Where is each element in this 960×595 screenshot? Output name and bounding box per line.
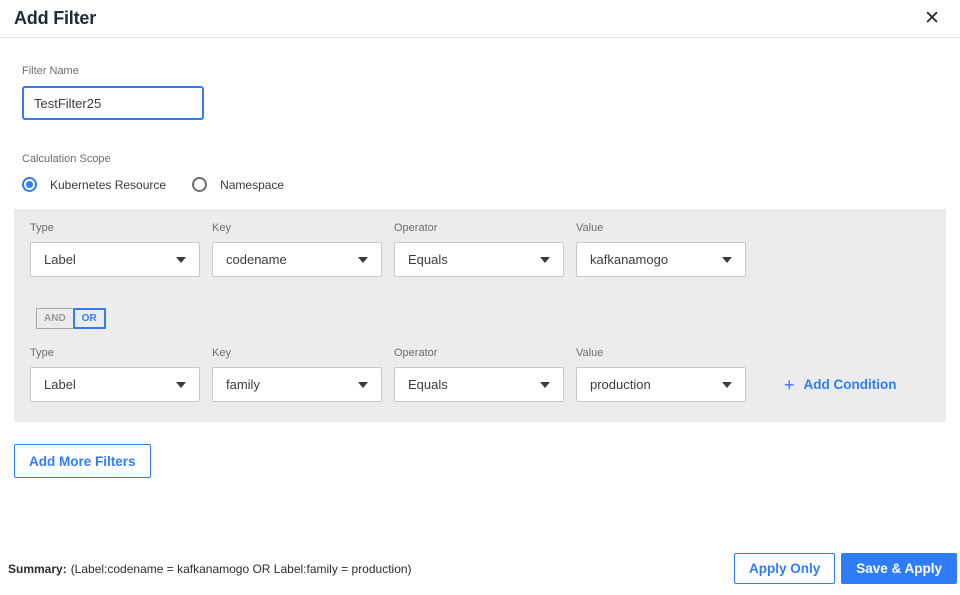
- key-dropdown[interactable]: family: [212, 367, 382, 402]
- operator-label: Operator: [394, 347, 438, 359]
- value-dropdown-value: production: [590, 377, 651, 392]
- filter-summary: Summary: (Label:codename = kafkanamogo OR…: [8, 562, 412, 576]
- footer-actions: Apply Only Save & Apply: [733, 553, 957, 584]
- type-label: Type: [30, 347, 54, 359]
- add-condition-label: Add Condition: [803, 377, 897, 392]
- radio-label: Kubernetes Resource: [50, 177, 167, 192]
- value-label: Value: [576, 347, 604, 359]
- page-title: Add Filter: [14, 8, 96, 28]
- operator-field: Operator Equals: [394, 347, 564, 402]
- key-field: Key family: [212, 347, 382, 402]
- key-dropdown[interactable]: codename: [212, 242, 382, 277]
- operator-label: Operator: [394, 222, 438, 234]
- chevron-down-icon: [722, 256, 732, 263]
- filter-name-input[interactable]: [22, 86, 204, 120]
- operator-dropdown-value: Equals: [408, 377, 448, 392]
- radio-unselected-icon: [192, 177, 208, 192]
- value-field: Value production: [576, 347, 746, 402]
- value-dropdown-value: kafkanamogo: [590, 252, 669, 267]
- value-dropdown[interactable]: production: [576, 367, 746, 402]
- value-field: Value kafkanamogo: [576, 222, 746, 277]
- add-condition-link[interactable]: + Add Condition: [784, 376, 897, 394]
- close-icon[interactable]: ✕: [920, 7, 944, 30]
- add-more-filters-button[interactable]: Add More Filters: [14, 444, 151, 478]
- type-field: Type Label: [30, 347, 200, 402]
- operator-dropdown[interactable]: Equals: [394, 367, 564, 402]
- value-dropdown[interactable]: kafkanamogo: [576, 242, 746, 277]
- operator-dropdown-value: Equals: [408, 252, 448, 267]
- type-dropdown-value: Label: [44, 252, 76, 267]
- chevron-down-icon: [176, 256, 186, 263]
- chevron-down-icon: [358, 256, 368, 263]
- calculation-scope-section: Calculation Scope Kubernetes Resource Na…: [22, 153, 946, 192]
- key-dropdown-value: family: [226, 377, 260, 392]
- value-label: Value: [576, 222, 604, 234]
- summary-text: (Label:codename = kafkanamogo OR Label:f…: [70, 561, 412, 576]
- operator-dropdown[interactable]: Equals: [394, 242, 564, 277]
- logic-operator-toggle: AND OR: [36, 308, 106, 329]
- dialog-body: Filter Name Calculation Scope Kubernetes…: [0, 65, 960, 478]
- and-toggle-button[interactable]: AND: [36, 308, 73, 329]
- summary-label: Summary:: [8, 561, 67, 576]
- chevron-down-icon: [358, 381, 368, 388]
- or-toggle-button[interactable]: OR: [72, 308, 106, 329]
- condition-row-1: Type Label Key codename Operator Equals: [30, 222, 930, 277]
- type-field: Type Label: [30, 222, 200, 277]
- conditions-panel: Type Label Key codename Operator Equals: [14, 209, 946, 422]
- dialog-header: Add Filter ✕: [0, 0, 960, 38]
- radio-label: Namespace: [220, 177, 285, 192]
- filter-name-label: Filter Name: [22, 65, 79, 77]
- calculation-scope-options: Kubernetes Resource Namespace: [22, 177, 946, 192]
- calculation-scope-label: Calculation Scope: [22, 153, 111, 165]
- operator-field: Operator Equals: [394, 222, 564, 277]
- key-label: Key: [212, 347, 231, 359]
- radio-kubernetes-resource[interactable]: Kubernetes Resource: [22, 177, 166, 192]
- key-field: Key codename: [212, 222, 382, 277]
- type-dropdown[interactable]: Label: [30, 367, 200, 402]
- chevron-down-icon: [176, 381, 186, 388]
- save-and-apply-button[interactable]: Save & Apply: [841, 553, 957, 584]
- type-label: Type: [30, 222, 54, 234]
- add-condition-cell: + Add Condition: [784, 367, 930, 402]
- key-dropdown-value: codename: [226, 252, 287, 267]
- condition-row-2: Type Label Key family Operator Equals Va…: [30, 347, 930, 402]
- apply-only-button[interactable]: Apply Only: [733, 553, 836, 584]
- radio-selected-icon: [22, 177, 37, 192]
- plus-icon: +: [784, 374, 795, 395]
- chevron-down-icon: [722, 381, 732, 388]
- type-dropdown[interactable]: Label: [30, 242, 200, 277]
- type-dropdown-value: Label: [44, 377, 76, 392]
- dialog-footer: Summary: (Label:codename = kafkanamogo OR…: [0, 553, 960, 584]
- chevron-down-icon: [540, 256, 550, 263]
- chevron-down-icon: [540, 381, 550, 388]
- key-label: Key: [212, 222, 231, 234]
- filter-name-section: Filter Name: [22, 65, 946, 120]
- radio-namespace[interactable]: Namespace: [192, 177, 284, 192]
